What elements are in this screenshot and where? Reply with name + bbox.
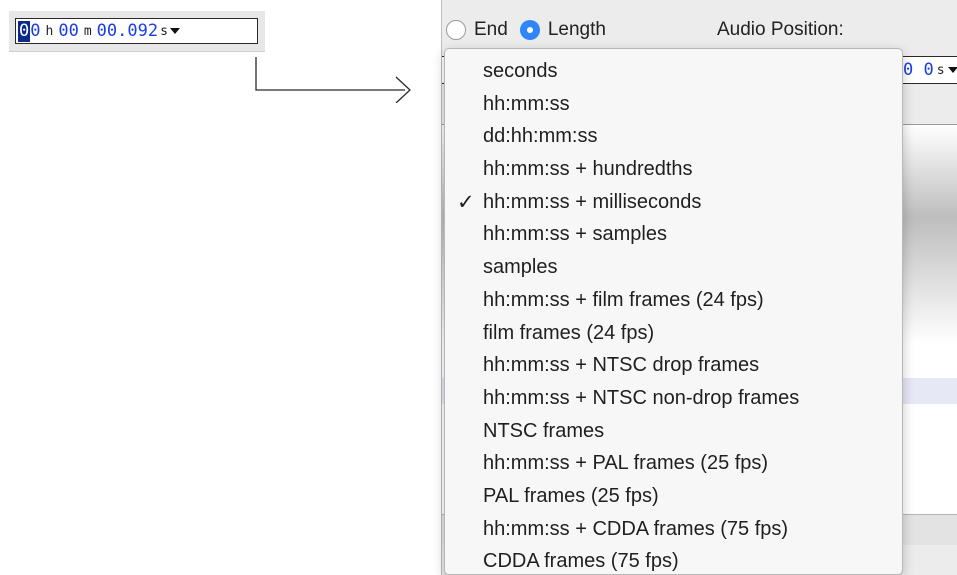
length-radio-button[interactable]	[519, 20, 540, 40]
menu-item-ntsc-frames[interactable]: NTSC frames	[445, 415, 902, 448]
audio-position-digits: 0 0	[903, 60, 934, 80]
menu-item-hhmmss-milliseconds[interactable]: ✓ hh:mm:ss + milliseconds	[445, 186, 902, 219]
audio-position-unit: s	[936, 62, 945, 78]
menu-item-hhmmss-ntsc-non-drop[interactable]: hh:mm:ss + NTSC non-drop frames	[445, 382, 902, 415]
selected-hour-digit[interactable]: 0	[18, 20, 31, 42]
format-dropdown-arrow-icon[interactable]	[169, 28, 180, 34]
menu-item-cdda-frames[interactable]: CDDA frames (75 fps)	[445, 545, 902, 574]
connector-arrow-icon	[255, 57, 411, 103]
audio-position-dropdown-arrow-icon[interactable]	[947, 67, 957, 73]
menu-item-hhmmss-cdda-frames[interactable]: hh:mm:ss + CDDA frames (75 fps)	[445, 513, 902, 546]
menu-item-hhmmss-samples[interactable]: hh:mm:ss + samples	[445, 218, 902, 251]
menu-item-hhmmss-hundredths[interactable]: hh:mm:ss + hundredths	[445, 153, 902, 186]
menu-item-hhmmss-pal-frames[interactable]: hh:mm:ss + PAL frames (25 fps)	[445, 447, 902, 480]
end-radio-label[interactable]: End	[474, 19, 508, 41]
audio-position-time-field[interactable]: 0 0 s	[900, 56, 957, 84]
menu-item-seconds[interactable]: seconds	[445, 55, 902, 88]
time-panel: 0 0 h 00 m 00.092 s	[9, 11, 265, 52]
audio-position-label: Audio Position:	[717, 19, 844, 40]
seconds-unit: s	[160, 23, 168, 39]
menu-item-pal-frames[interactable]: PAL frames (25 fps)	[445, 480, 902, 513]
hours-unit: h	[45, 23, 54, 39]
seconds-digits[interactable]: 00.092	[97, 21, 158, 42]
time-control[interactable]: 0 0 h 00 m 00.092 s	[15, 18, 258, 44]
menu-item-hhmmss-film-frames[interactable]: hh:mm:ss + film frames (24 fps)	[445, 284, 902, 317]
time-format-menu: seconds hh:mm:ss dd:hh:mm:ss hh:mm:ss + …	[444, 48, 903, 575]
menu-item-ddhhmmss[interactable]: dd:hh:mm:ss	[445, 120, 902, 153]
end-length-radio-group: End Length	[446, 19, 618, 41]
length-radio-label[interactable]: Length	[548, 19, 606, 41]
minutes-digits[interactable]: 00	[58, 21, 78, 42]
menu-item-film-frames[interactable]: film frames (24 fps)	[445, 317, 902, 350]
menu-item-hhmmss[interactable]: hh:mm:ss	[445, 88, 902, 121]
menu-item-hhmmss-ntsc-drop[interactable]: hh:mm:ss + NTSC drop frames	[445, 349, 902, 382]
end-radio-button[interactable]	[446, 20, 466, 40]
menu-item-samples[interactable]: samples	[445, 251, 902, 284]
minutes-unit: m	[83, 23, 92, 39]
checkmark-icon: ✓	[457, 189, 475, 214]
hours-digit[interactable]: 0	[30, 21, 40, 42]
